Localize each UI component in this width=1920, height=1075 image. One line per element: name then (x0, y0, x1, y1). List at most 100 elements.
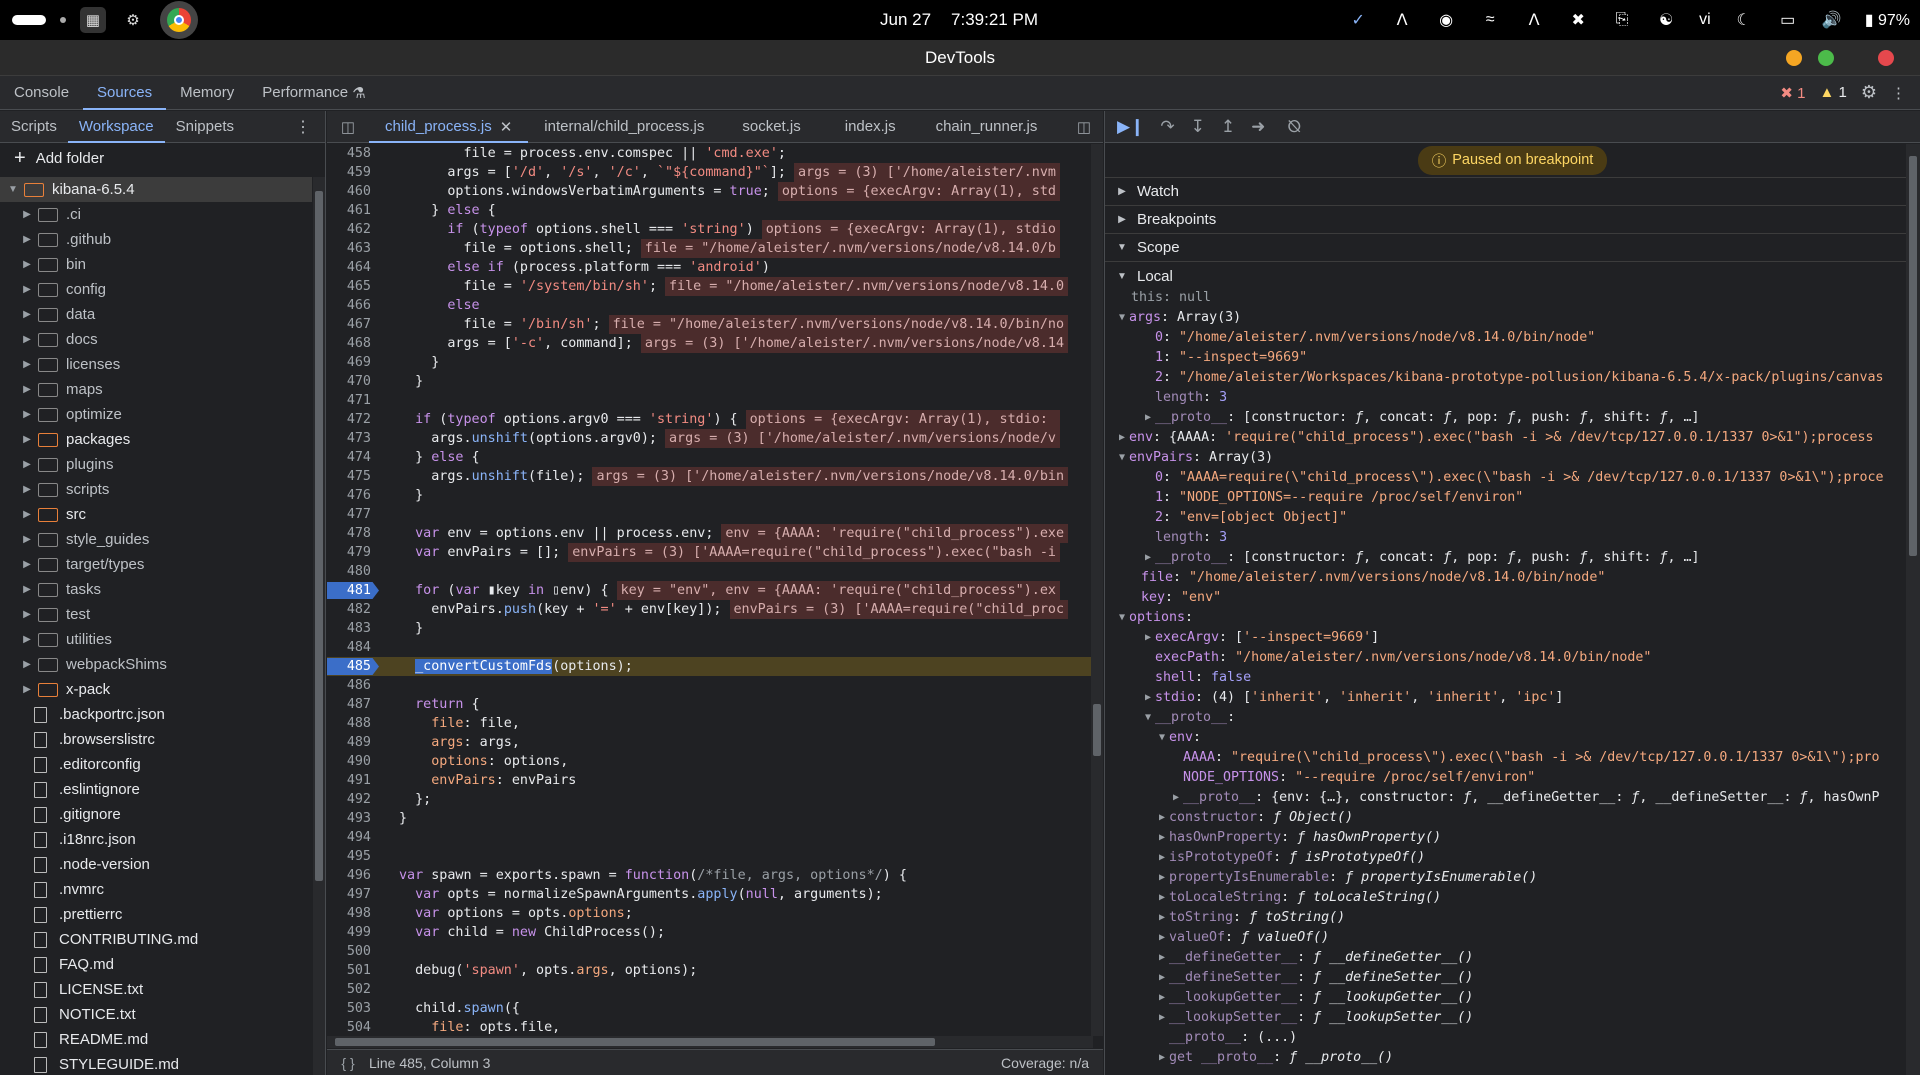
keyboard-layout[interactable]: vi (1699, 11, 1711, 29)
line-number[interactable]: 459 (327, 163, 377, 182)
line-number[interactable]: 503 (327, 999, 377, 1018)
scope-property[interactable]: ▶ constructor: ƒ Object() (1105, 808, 1905, 828)
editor-tab[interactable]: chain_runner.js (912, 111, 1054, 142)
tree-root-folder[interactable]: ▼ kibana-6.5.4 (0, 177, 312, 202)
line-number[interactable]: 477 (327, 505, 377, 524)
scope-property[interactable]: ▶ toLocaleString: ƒ toLocaleString() (1105, 888, 1905, 908)
line-number[interactable]: 488 (327, 714, 377, 733)
tab-memory[interactable]: Memory (166, 76, 248, 109)
line-number[interactable]: 479 (327, 543, 377, 562)
line-number[interactable]: 494 (327, 828, 377, 847)
line-number[interactable]: 501 (327, 961, 377, 980)
code-area[interactable]: 458 file = process.env.comspec || 'cmd.e… (327, 144, 1093, 1036)
editor-tab[interactable]: internal/child_process.js (528, 111, 720, 142)
tree-folder[interactable]: ▶ .github (0, 227, 312, 252)
tree-file[interactable]: .editorconfig (0, 752, 312, 777)
tree-file[interactable]: FAQ.md (0, 952, 312, 977)
line-number[interactable]: 469 (327, 353, 377, 372)
discord-icon[interactable]: ◉ (1435, 10, 1457, 30)
line-number[interactable]: 495 (327, 847, 377, 866)
tree-folder[interactable]: ▶ webpackShims (0, 652, 312, 677)
scope-property[interactable]: ▶ __lookupGetter__: ƒ __lookupGetter__() (1105, 988, 1905, 1008)
navigator-scrollbar[interactable] (313, 177, 325, 1075)
tree-file[interactable]: .nvmrc (0, 877, 312, 902)
breakpoint-line-number[interactable]: 485 (327, 657, 377, 676)
line-number[interactable]: 471 (327, 391, 377, 410)
tab-performance[interactable]: Performance ⚗ (248, 76, 380, 109)
line-number[interactable]: 483 (327, 619, 377, 638)
screen-icon[interactable]: ▭ (1777, 10, 1799, 30)
debugger-scrollbar[interactable] (1906, 144, 1920, 1075)
deactivate-breakpoints-icon[interactable]: ⦰ (1287, 117, 1301, 137)
tree-folder[interactable]: ▶ test (0, 602, 312, 627)
scope-property[interactable]: ▶ get __proto__: ƒ __proto__() (1105, 1048, 1905, 1068)
editor-tab[interactable]: index.js (817, 111, 912, 142)
line-number[interactable]: 480 (327, 562, 377, 581)
scope-property[interactable]: ▶ __lookupSetter__: ƒ __lookupSetter__() (1105, 1008, 1905, 1028)
accessibility-icon[interactable]: ☯ (1655, 10, 1677, 30)
tree-folder[interactable]: ▶ src (0, 502, 312, 527)
line-number[interactable]: 496 (327, 866, 377, 885)
scope-property[interactable]: ▼ envPairs: Array(3) (1105, 448, 1905, 468)
tree-file[interactable]: .eslintignore (0, 777, 312, 802)
scope-property[interactable]: ▶ __proto__: [constructor: ƒ, concat: ƒ, … (1105, 408, 1905, 428)
tree-folder[interactable]: ▶ tasks (0, 577, 312, 602)
scope-property[interactable]: ▶ __defineSetter__: ƒ __defineSetter__() (1105, 968, 1905, 988)
scope-property[interactable]: ▶ __proto__: {env: {…}, constructor: ƒ, _… (1105, 788, 1905, 808)
scope-property[interactable]: 0: "AAAA=require(\"child_process\").exec… (1105, 468, 1905, 488)
settings-icon[interactable]: ⚙ (120, 7, 146, 33)
scope-property[interactable]: file: "/home/aleister/.nvm/versions/node… (1105, 568, 1905, 588)
breakpoint-line-number[interactable]: 481 (327, 581, 377, 600)
step-out-icon[interactable]: ↥ (1221, 117, 1235, 137)
scope-property[interactable]: ▶ toString: ƒ toString() (1105, 908, 1905, 928)
coverage-status[interactable]: Coverage: n/a (1001, 1055, 1103, 1071)
scope-property[interactable]: ▶ execArgv: ['--inspect=9669'] (1105, 628, 1905, 648)
tab-sources[interactable]: Sources (83, 76, 167, 110)
scope-property[interactable]: length: 3 (1105, 388, 1905, 408)
add-folder-button[interactable]: + Add folder (0, 143, 325, 173)
line-number[interactable]: 464 (327, 258, 377, 277)
tree-file[interactable]: STYLEGUIDE.md (0, 1052, 312, 1075)
scope-property[interactable]: ▶ hasOwnProperty: ƒ hasOwnProperty() (1105, 828, 1905, 848)
line-number[interactable]: 493 (327, 809, 377, 828)
scope-property[interactable]: length: 3 (1105, 528, 1905, 548)
navigator-more-icon[interactable]: ⋮ (295, 111, 325, 142)
step-into-icon[interactable]: ↧ (1191, 117, 1205, 137)
step-icon[interactable]: ➜ (1251, 117, 1265, 137)
settings-gear-icon[interactable]: ⚙ (1861, 82, 1877, 103)
line-number[interactable]: 502 (327, 980, 377, 999)
clock[interactable]: Jun 27 7:39:21 PM (880, 0, 1038, 40)
line-number[interactable]: 458 (327, 144, 377, 163)
scope-property[interactable]: execPath: "/home/aleister/.nvm/versions/… (1105, 648, 1905, 668)
tree-folder[interactable]: ▶ data (0, 302, 312, 327)
tab-scripts[interactable]: Scripts (0, 111, 68, 142)
scope-property[interactable]: ▶ valueOf: ƒ valueOf() (1105, 928, 1905, 948)
scope-property[interactable]: 0: "/home/aleister/.nvm/versions/node/v8… (1105, 328, 1905, 348)
sync-icon[interactable]: ✓ (1347, 10, 1369, 30)
tree-folder[interactable]: ▶ .ci (0, 202, 312, 227)
more-options-icon[interactable]: ⋮ (1891, 84, 1906, 102)
line-number[interactable]: 504 (327, 1018, 377, 1036)
tree-folder[interactable]: ▶ config (0, 277, 312, 302)
line-number[interactable]: 475 (327, 467, 377, 486)
editor-tab[interactable]: socket.js (720, 111, 816, 142)
tree-folder[interactable]: ▶ scripts (0, 477, 312, 502)
editor-tab[interactable]: child_process.js ✕ (369, 111, 529, 143)
battery-indicator[interactable]: ▮ 97% (1865, 10, 1910, 30)
line-number[interactable]: 489 (327, 733, 377, 752)
line-number[interactable]: 474 (327, 448, 377, 467)
tools-icon[interactable]: ✖ (1567, 10, 1589, 30)
tree-file[interactable]: NOTICE.txt (0, 1002, 312, 1027)
tree-file[interactable]: .browserslistrc (0, 727, 312, 752)
line-number[interactable]: 498 (327, 904, 377, 923)
line-number[interactable]: 482 (327, 600, 377, 619)
close-button[interactable] (1878, 50, 1894, 66)
line-number[interactable]: 468 (327, 334, 377, 353)
scope-property[interactable]: 2: "/home/aleister/Workspaces/kibana-pro… (1105, 368, 1905, 388)
tree-file[interactable]: .prettierrc (0, 902, 312, 927)
tree-file[interactable]: CONTRIBUTING.md (0, 927, 312, 952)
scope-property[interactable]: key: "env" (1105, 588, 1905, 608)
line-number[interactable]: 462 (327, 220, 377, 239)
tree-file[interactable]: LICENSE.txt (0, 977, 312, 1002)
scope-property[interactable]: ▼ args: Array(3) (1105, 308, 1905, 328)
